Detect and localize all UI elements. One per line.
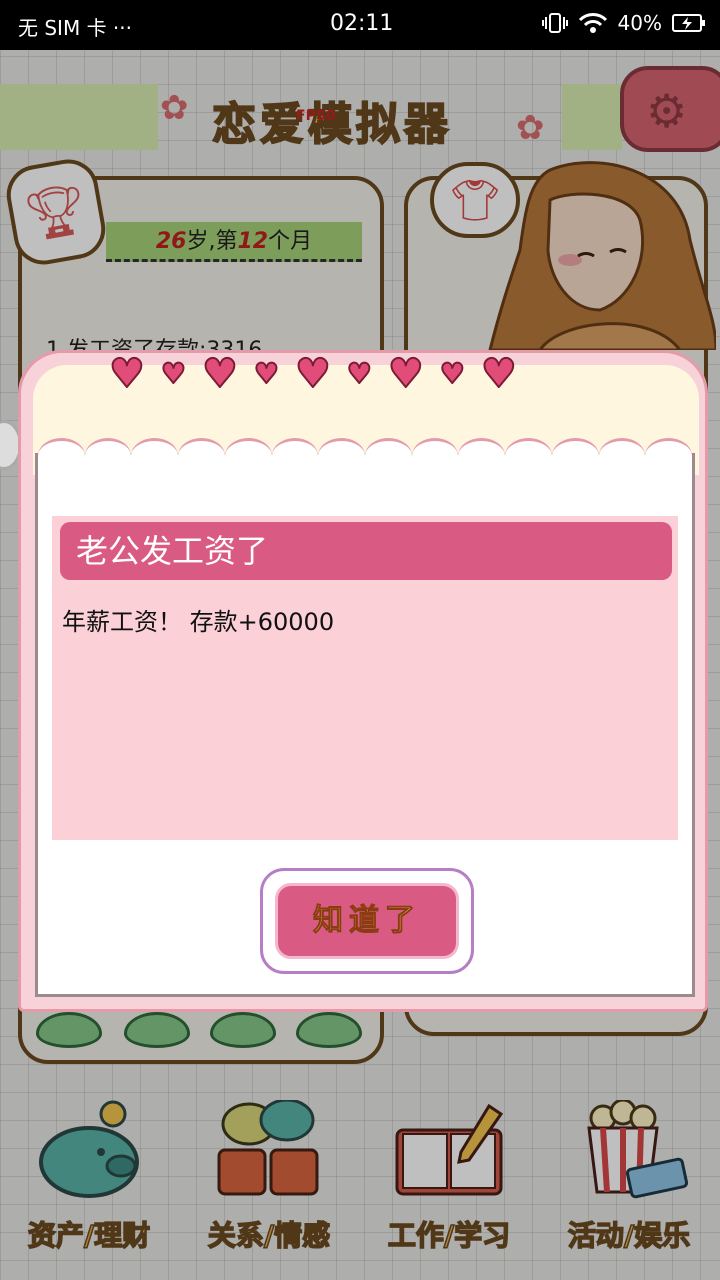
message-box: 老公发工资了 年薪工资！ 存款+60000 <box>52 516 678 840</box>
dialog-body: 老公发工资了 年薪工资！ 存款+60000 知道了 <box>35 438 695 997</box>
battery-charging-icon <box>672 14 705 32</box>
heart-icon: ♥ <box>160 357 187 390</box>
dialog-message: 年薪工资！ 存款+60000 <box>62 608 335 636</box>
wifi-icon <box>578 13 607 33</box>
heart-icon: ♥ <box>294 351 332 397</box>
heart-icon: ♥ <box>439 357 466 390</box>
dialog-title: 老公发工资了 <box>60 522 672 580</box>
heart-icon: ♥ <box>346 357 373 390</box>
carrier-text: 无 SIM 卡 ··· <box>18 16 132 40</box>
status-icons: 40% <box>541 11 706 35</box>
salary-dialog: ♥ ♥ ♥ ♥ ♥ ♥ ♥ ♥ ♥ 老公发工资了 年薪工资！ 存款+60000 … <box>18 350 708 1012</box>
heart-icon: ♥ <box>108 351 146 397</box>
battery-percent: 40% <box>617 11 662 35</box>
heart-icon: ♥ <box>480 351 518 397</box>
clock: 02:11 <box>330 11 394 36</box>
ok-button-label: 知道了 <box>275 883 459 959</box>
heart-icon: ♥ <box>253 357 280 390</box>
status-bar: 无 SIM 卡 ··· 02:11 40% <box>0 0 720 50</box>
hearts-decoration: ♥ ♥ ♥ ♥ ♥ ♥ ♥ ♥ ♥ <box>99 349 527 399</box>
heart-icon: ♥ <box>387 351 425 397</box>
scallop-edge <box>38 438 693 474</box>
ok-button[interactable]: 知道了 <box>260 868 474 974</box>
heart-icon: ♥ <box>201 351 239 397</box>
vibrate-icon <box>541 13 568 33</box>
